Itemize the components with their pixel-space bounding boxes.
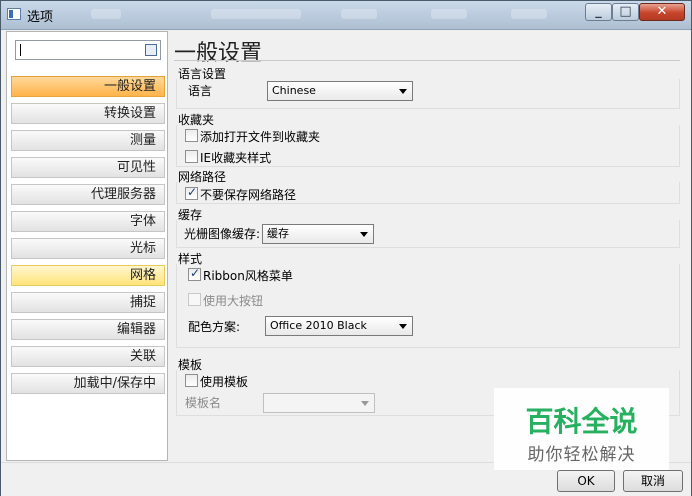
raster-cache-select-value: 缓存	[267, 227, 289, 240]
ribbon-menu-label: Ribbon风格菜单	[203, 269, 293, 283]
group-language	[176, 79, 680, 109]
minimize-button[interactable]: _	[585, 3, 612, 21]
sidebar-item-font[interactable]: 字体	[11, 211, 165, 232]
color-scheme-select-value: Office 2010 Black	[270, 319, 367, 332]
sidebar: 一般设置 转换设置 测量 可见性 代理服务器 字体 光标 网格 捕捉 编辑器 关…	[6, 31, 168, 461]
large-buttons-label: 使用大按钮	[203, 294, 264, 308]
minimize-icon: _	[595, 4, 602, 19]
use-template-checkbox[interactable]	[185, 374, 198, 387]
ie-favorites-style-label: IE收藏夹样式	[200, 151, 272, 165]
watermark-title: 百科全说	[525, 405, 638, 438]
titlebar-blur-decoration	[91, 9, 121, 19]
ribbon-menu-checkbox[interactable]	[188, 266, 201, 281]
search-icon[interactable]	[145, 44, 157, 56]
add-to-favorites-checkbox[interactable]	[185, 129, 198, 142]
close-button[interactable]: ✕	[639, 3, 685, 21]
no-save-network-path-checkbox[interactable]	[185, 185, 198, 200]
chevron-down-icon	[399, 89, 407, 94]
use-template-label: 使用模板	[200, 375, 249, 389]
app-window-icon	[7, 8, 21, 20]
sidebar-item-snap[interactable]: 捕捉	[11, 292, 165, 313]
divider	[174, 60, 680, 61]
color-scheme-select[interactable]: Office 2010 Black	[265, 316, 413, 336]
watermark: 百科全说 助你轻松解决	[494, 388, 669, 470]
chevron-down-icon	[399, 324, 407, 329]
sidebar-item-proxy[interactable]: 代理服务器	[11, 184, 165, 205]
language-label: 语言	[188, 84, 213, 98]
raster-cache-label: 光栅图像缓存:	[184, 227, 261, 241]
text-caret	[20, 44, 21, 56]
watermark-subtitle: 助你轻松解决	[527, 445, 636, 465]
template-name-label: 模板名	[185, 396, 222, 410]
raster-cache-select[interactable]: 缓存	[262, 224, 374, 244]
sidebar-item-editor[interactable]: 编辑器	[11, 319, 165, 340]
options-dialog: 选项 _ □ ✕ 一般设置 转换设置 测量 可见性 代理服务器 字体 光标 网格…	[0, 0, 692, 496]
sidebar-item-cursor[interactable]: 光标	[11, 238, 165, 259]
chevron-down-icon	[361, 401, 369, 406]
sidebar-item-grid[interactable]: 网格	[11, 265, 165, 286]
no-save-network-path-label: 不要保存网络路径	[200, 188, 297, 202]
chevron-down-icon	[360, 232, 368, 237]
maximize-icon: □	[619, 4, 632, 19]
titlebar-blur-decoration	[511, 9, 547, 19]
sidebar-item-load-save[interactable]: 加载中/保存中	[11, 373, 165, 394]
template-name-select[interactable]	[263, 393, 375, 413]
add-to-favorites-label: 添加打开文件到收藏夹	[200, 130, 321, 144]
title-bar[interactable]: 选项 _ □ ✕	[1, 1, 691, 30]
close-icon: ✕	[656, 4, 668, 19]
sidebar-item-general[interactable]: 一般设置	[11, 76, 165, 97]
ok-button[interactable]: OK	[557, 470, 615, 492]
sidebar-item-measure[interactable]: 测量	[11, 130, 165, 151]
maximize-button[interactable]: □	[612, 3, 639, 21]
titlebar-blur-decoration	[431, 9, 467, 19]
titlebar-blur-decoration	[341, 9, 377, 19]
large-buttons-checkbox[interactable]	[188, 293, 201, 306]
color-scheme-label: 配色方案:	[188, 320, 241, 334]
sidebar-item-visibility[interactable]: 可见性	[11, 157, 165, 178]
page-title: 一般设置	[174, 41, 263, 66]
window-title: 选项	[27, 10, 54, 25]
language-select[interactable]: Chinese	[267, 81, 413, 101]
language-select-value: Chinese	[272, 84, 316, 97]
ie-favorites-style-checkbox[interactable]	[185, 150, 198, 163]
titlebar-blur-decoration	[211, 9, 301, 19]
sidebar-item-conversion[interactable]: 转换设置	[11, 103, 165, 124]
sidebar-item-association[interactable]: 关联	[11, 346, 165, 367]
cancel-button[interactable]: 取消	[623, 470, 683, 492]
search-input[interactable]	[15, 40, 161, 60]
